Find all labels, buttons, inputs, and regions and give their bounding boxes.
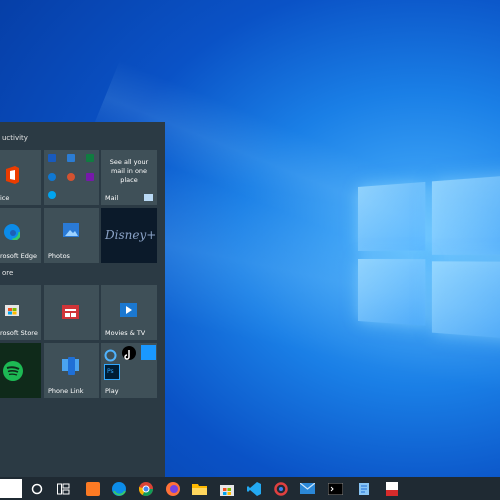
terminal-icon[interactable] [327, 480, 344, 497]
disney-logo: Disney+ [105, 228, 157, 242]
taskbar [0, 477, 500, 500]
tile-news[interactable] [44, 285, 99, 340]
app-icon[interactable] [272, 480, 289, 497]
app-icon [104, 347, 117, 362]
onenote-icon [86, 173, 94, 181]
tile-edge[interactable]: rosoft Edge [0, 208, 41, 263]
notepad-icon[interactable] [355, 480, 372, 497]
group-label-productivity: uctivity [2, 134, 28, 142]
xampp-icon[interactable] [84, 480, 101, 497]
mail-icon [144, 194, 153, 201]
file-explorer-icon[interactable] [191, 480, 208, 497]
excel-icon [86, 154, 94, 162]
chrome-icon[interactable] [137, 480, 154, 497]
tile-spotify[interactable] [0, 343, 41, 398]
photos-icon [63, 223, 79, 237]
prime-video-icon [141, 345, 156, 360]
phone-link-icon [62, 357, 79, 375]
group-label-explore: ore [2, 269, 14, 277]
edge-icon[interactable] [110, 480, 127, 497]
tile-movies-tv[interactable]: Movies & TV [101, 285, 157, 340]
onedrive-icon [48, 173, 56, 181]
store-icon [4, 301, 20, 317]
skype-icon [48, 191, 56, 199]
word-icon [67, 154, 75, 162]
tiktok-icon [122, 346, 136, 360]
edge-icon [2, 222, 22, 242]
outlook-icon [48, 154, 56, 162]
start-menu: uctivity ice See all your mail in one pl… [0, 122, 165, 477]
vscode-icon[interactable] [245, 480, 262, 497]
tile-office-apps[interactable] [44, 150, 99, 205]
mail-icon[interactable] [299, 480, 316, 497]
pdf-icon[interactable] [383, 480, 400, 497]
tile-play[interactable]: Ps Play [101, 343, 157, 398]
tile-photos[interactable]: Photos [44, 208, 99, 263]
task-view-icon[interactable] [55, 480, 72, 497]
news-icon [62, 305, 79, 319]
photoshop-icon: Ps [104, 364, 120, 380]
powerpoint-icon [67, 173, 75, 181]
spotify-icon [3, 361, 23, 381]
store-icon[interactable] [218, 480, 235, 497]
movies-icon [120, 300, 137, 317]
office-icon [4, 166, 20, 184]
search-box[interactable] [0, 479, 22, 498]
tile-disney[interactable]: Disney+ [101, 208, 157, 263]
tile-office[interactable]: ice [0, 150, 41, 205]
windows-logo-wallpaper [358, 174, 500, 340]
tile-mail[interactable]: See all your mail in one place Mail [101, 150, 157, 205]
firefox-icon[interactable] [164, 480, 181, 497]
tile-phone-link[interactable]: Phone Link [44, 343, 99, 398]
tile-store[interactable]: rosoft Store [0, 285, 41, 340]
cortana-icon[interactable] [28, 480, 45, 497]
